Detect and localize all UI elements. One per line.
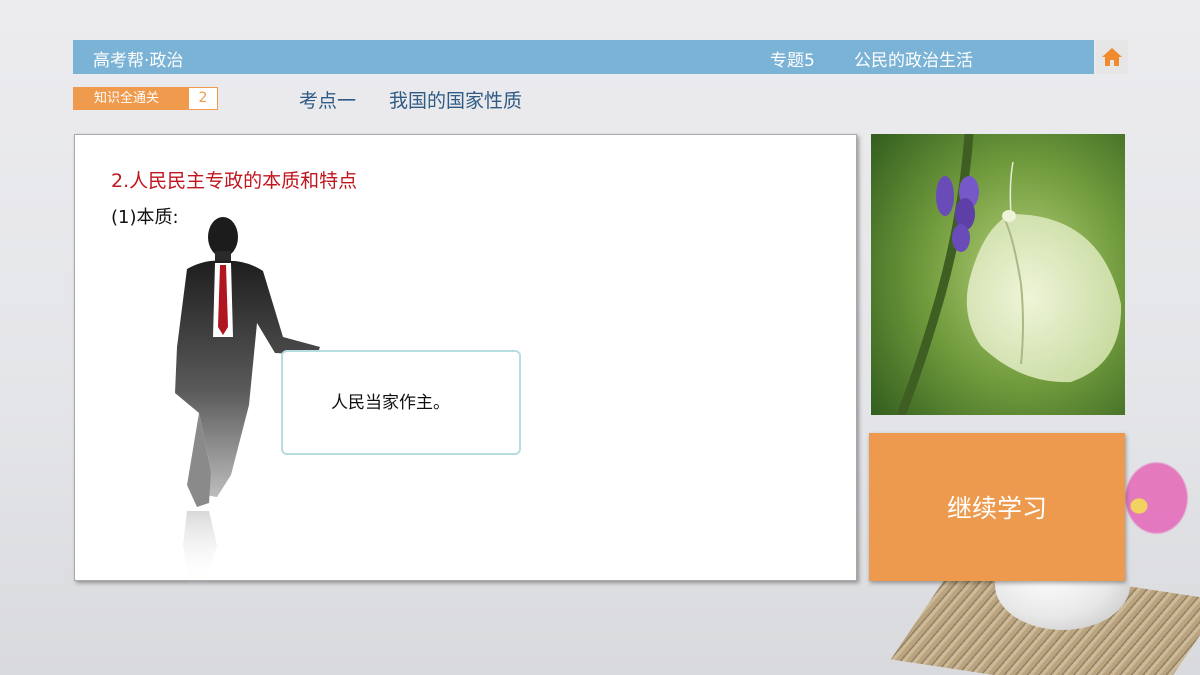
answer-box: 人民当家作主。 [281,350,521,455]
point-label: 考点一 [299,90,357,112]
section-tag: 知识全通关 2 [73,87,218,110]
home-button[interactable] [1096,40,1128,74]
continue-learning-label: 继续学习 [946,494,1047,523]
butterfly-photo [871,134,1125,415]
main-content-card: 2.人民民主专政的本质和特点 (1)本质: 人民当家作主。 [74,134,857,585]
topic-number: 专题5 [770,51,815,71]
section-label: 知识全通关 [74,88,189,109]
header-bar: 高考帮·政治 专题5 公民的政治生活 [73,40,1094,74]
topic-name: 公民的政治生活 [854,51,973,71]
brand-title: 高考帮·政治 [93,51,184,71]
answer-text: 人民当家作主。 [331,393,450,413]
content-heading: 2.人民民主专政的本质和特点 [111,170,358,192]
home-icon [1102,48,1122,66]
decorative-flower [1118,462,1188,542]
section-number: 2 [198,90,208,106]
continue-learning-button[interactable]: 继续学习 [869,433,1125,581]
point-title: 我国的国家性质 [389,90,523,112]
